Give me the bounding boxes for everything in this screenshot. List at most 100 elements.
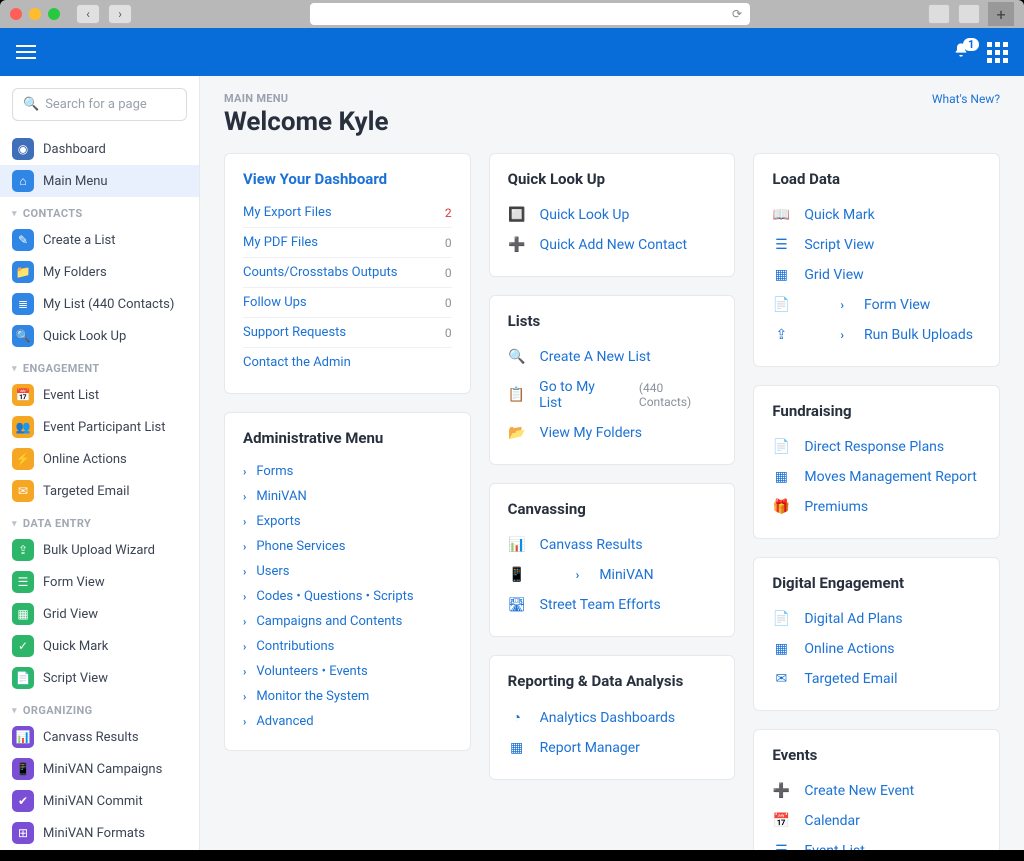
card-link-item[interactable]: ✉Targeted Email	[772, 664, 981, 694]
admin-menu-item[interactable]: ›Phone Services	[243, 534, 452, 559]
card-link-item[interactable]: 🔲Quick Look Up	[508, 200, 717, 230]
card-link-label[interactable]: Quick Add New Contact	[540, 237, 687, 253]
admin-menu-item[interactable]: ›Exports	[243, 509, 452, 534]
card-link-item[interactable]: ➕Quick Add New Contact	[508, 230, 717, 260]
card-link-item[interactable]: 📄Digital Ad Plans	[772, 604, 981, 634]
card-link-label[interactable]: MiniVAN	[599, 567, 653, 583]
sidebar-item[interactable]: ≣My List (440 Contacts)	[0, 288, 199, 320]
card-link-label[interactable]: Quick Look Up	[540, 207, 630, 223]
sidebar-item[interactable]: ▦Grid View	[0, 598, 199, 630]
card-link-label[interactable]: Go to My List	[539, 379, 619, 411]
card-link-item[interactable]: ➕Create New Event	[772, 776, 981, 806]
card-link-label[interactable]: Premiums	[804, 499, 868, 515]
card-link-label[interactable]: Grid View	[804, 267, 863, 283]
card-link-item[interactable]: 🛣Street Team Efforts	[508, 590, 717, 620]
sidebar-item[interactable]: 👥Event Participant List	[0, 411, 199, 443]
card-link-label[interactable]: Online Actions	[804, 641, 894, 657]
new-tab-button[interactable]: +	[988, 2, 1014, 26]
admin-menu-item[interactable]: ›Campaigns and Contents	[243, 609, 452, 634]
card-link-label[interactable]: Calendar	[804, 813, 860, 829]
card-link-item[interactable]: ⇪›Run Bulk Uploads	[772, 320, 981, 350]
dashboard-row[interactable]: Counts/Crosstabs Outputs0	[243, 258, 452, 288]
admin-menu-item[interactable]: ›Contributions	[243, 634, 452, 659]
notifications-button[interactable]: 1	[953, 42, 969, 62]
sidebar-item[interactable]: ✎Create a List	[0, 224, 199, 256]
dashboard-row-link[interactable]: Support Requests	[243, 325, 346, 340]
dashboard-row-link[interactable]: My PDF Files	[243, 235, 318, 250]
card-link-label[interactable]: Analytics Dashboards	[540, 710, 675, 726]
card-link-item[interactable]: ☰Event List	[772, 836, 981, 850]
minimize-window-icon[interactable]	[29, 8, 41, 20]
sidebar-item[interactable]: ⌂Main Menu	[0, 165, 199, 197]
tabs-icon[interactable]	[958, 4, 980, 24]
card-link-item[interactable]: 🎁Premiums	[772, 492, 981, 522]
card-link-item[interactable]: ▦Report Manager	[508, 733, 717, 763]
card-link-label[interactable]: Canvass Results	[540, 537, 643, 553]
card-link-item[interactable]: ☰Script View	[772, 230, 981, 260]
admin-menu-item[interactable]: ›Volunteers • Events	[243, 659, 452, 684]
sidebar-item[interactable]: ✉Targeted Email	[0, 475, 199, 507]
card-link-label[interactable]: Form View	[864, 297, 930, 313]
dashboard-row-link[interactable]: My Export Files	[243, 205, 332, 220]
admin-menu-item[interactable]: ›Monitor the System	[243, 684, 452, 709]
share-icon[interactable]	[928, 4, 950, 24]
dashboard-row[interactable]: Support Requests0	[243, 318, 452, 348]
dashboard-row-link[interactable]: Counts/Crosstabs Outputs	[243, 265, 397, 280]
card-link-item[interactable]: 📂View My Folders	[508, 418, 717, 448]
card-link-item[interactable]: 📖Quick Mark	[772, 200, 981, 230]
browser-forward-button[interactable]: ›	[108, 4, 132, 24]
card-link-label[interactable]: Digital Ad Plans	[804, 611, 902, 627]
card-link-item[interactable]: ◔Analytics Dashboards	[508, 702, 717, 733]
browser-url-bar[interactable]: ⟳	[310, 3, 750, 25]
browser-back-button[interactable]: ‹	[76, 4, 100, 24]
card-link-item[interactable]: ▦Moves Management Report	[772, 462, 981, 492]
sidebar-item[interactable]: ◉Dashboard	[0, 133, 199, 165]
card-link-label[interactable]: Report Manager	[540, 740, 640, 756]
card-link-item[interactable]: ▦Grid View	[772, 260, 981, 290]
card-link-item[interactable]: 🔍Create A New List	[508, 342, 717, 372]
hamburger-menu-icon[interactable]	[16, 45, 36, 59]
card-link-label[interactable]: Create New Event	[804, 783, 914, 799]
sidebar-item[interactable]: ⚡Online Actions	[0, 443, 199, 475]
card-link-item[interactable]: 📊Canvass Results	[508, 530, 717, 560]
sidebar-item[interactable]: 🔍Quick Look Up	[0, 320, 199, 352]
admin-menu-item[interactable]: ›Codes • Questions • Scripts	[243, 584, 452, 609]
whats-new-link[interactable]: What's New?	[932, 92, 1000, 106]
card-link-label[interactable]: Create A New List	[540, 349, 651, 365]
dashboard-row-link[interactable]: Contact the Admin	[243, 355, 351, 370]
close-window-icon[interactable]	[10, 8, 22, 20]
sidebar-item[interactable]: 📁My Folders	[0, 256, 199, 288]
card-link-label[interactable]: Quick Mark	[804, 207, 874, 223]
reload-icon[interactable]: ⟳	[732, 7, 742, 21]
card-link-item[interactable]: 📋Go to My List(440 Contacts)	[508, 372, 717, 418]
admin-menu-item[interactable]: ›Forms	[243, 459, 452, 484]
card-link-label[interactable]: Targeted Email	[804, 671, 897, 687]
sidebar-search-input[interactable]: 🔍 Search for a page	[12, 88, 187, 121]
dashboard-row-link[interactable]: Follow Ups	[243, 295, 307, 310]
card-link-label[interactable]: Street Team Efforts	[540, 597, 661, 613]
sidebar-item[interactable]: ✓Quick Mark	[0, 630, 199, 662]
sidebar-item[interactable]: ☰Form View	[0, 566, 199, 598]
card-link-item[interactable]: 📅Calendar	[772, 806, 981, 836]
view-dashboard-link[interactable]: View Your Dashboard	[243, 170, 452, 188]
card-link-label[interactable]: View My Folders	[540, 425, 642, 441]
card-link-label[interactable]: Event List	[804, 843, 864, 850]
card-link-item[interactable]: ▦Online Actions	[772, 634, 981, 664]
sidebar-item[interactable]: 📱MiniVAN Campaigns	[0, 753, 199, 785]
sidebar-item[interactable]: ⇪Bulk Upload Wizard	[0, 534, 199, 566]
dashboard-row[interactable]: Follow Ups0	[243, 288, 452, 318]
apps-grid-icon[interactable]	[987, 42, 1008, 63]
sidebar-item[interactable]: 📄Script View	[0, 662, 199, 694]
sidebar-item[interactable]: 📊Canvass Results	[0, 721, 199, 753]
card-link-item[interactable]: 📱›MiniVAN	[508, 560, 717, 590]
card-link-item[interactable]: 📄›Form View	[772, 290, 981, 320]
admin-menu-item[interactable]: ›Advanced	[243, 709, 452, 734]
dashboard-row[interactable]: My PDF Files0	[243, 228, 452, 258]
admin-menu-item[interactable]: ›Users	[243, 559, 452, 584]
maximize-window-icon[interactable]	[48, 8, 60, 20]
sidebar-item[interactable]: ✔MiniVAN Commit	[0, 785, 199, 817]
card-link-label[interactable]: Moves Management Report	[804, 469, 976, 485]
sidebar-item[interactable]: 📅Event List	[0, 379, 199, 411]
dashboard-row[interactable]: Contact the Admin	[243, 348, 452, 377]
admin-menu-item[interactable]: ›MiniVAN	[243, 484, 452, 509]
